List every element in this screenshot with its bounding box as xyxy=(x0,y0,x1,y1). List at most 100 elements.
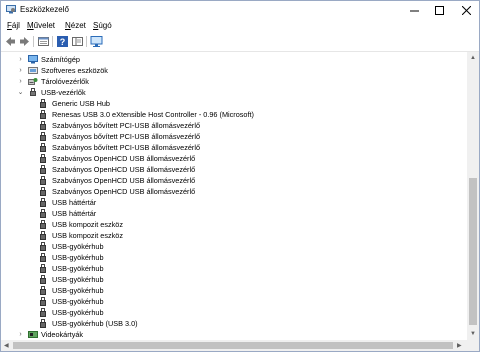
tree-device-item[interactable]: USB háttértár xyxy=(1,208,467,219)
scroll-right-icon[interactable]: ▶ xyxy=(457,343,462,349)
tree-item-label: Generic USB Hub xyxy=(52,99,110,108)
svg-text:?: ? xyxy=(60,37,66,47)
horizontal-scroll-thumb[interactable] xyxy=(13,342,453,349)
close-button[interactable] xyxy=(453,1,479,19)
tree-category[interactable]: › Számítógép xyxy=(1,54,467,65)
tree-device-item[interactable]: USB-gyökérhub xyxy=(1,296,467,307)
menu-item-0[interactable]: Fájl xyxy=(7,21,20,30)
chevron-down-icon[interactable]: ⌄ xyxy=(17,87,24,98)
usb-device-icon xyxy=(39,275,49,284)
tree-item-label: Szoftveres eszközök xyxy=(41,66,108,75)
tree-item-label: Tárolóvezérlők xyxy=(41,77,89,86)
usb-device-icon xyxy=(39,99,49,108)
tree-item-label: USB-gyökérhub xyxy=(52,297,104,306)
properties-button[interactable] xyxy=(37,35,50,48)
tree-item-label: Szabványos OpenHCD USB állomásvezérlő xyxy=(52,165,196,174)
usb-device-icon xyxy=(39,187,49,196)
tree-item-label: USB-gyökérhub xyxy=(52,275,104,284)
tree-item-label: USB háttértár xyxy=(52,209,97,218)
tree-item-label: USB-gyökérhub xyxy=(52,264,104,273)
tree-device-item[interactable]: USB-gyökérhub (USB 3.0) xyxy=(1,318,467,329)
vertical-scroll-thumb[interactable] xyxy=(469,178,477,325)
usb-device-icon xyxy=(39,319,49,328)
tree-device-item[interactable]: Szabványos bővített PCI-USB állomásvezér… xyxy=(1,142,467,153)
usb-device-icon xyxy=(39,154,49,163)
monitor-icon xyxy=(90,36,103,47)
menu-bar: Fájl Művelet Nézet Súgó xyxy=(1,19,479,32)
horizontal-scrollbar[interactable]: ◀ ▶ xyxy=(1,340,467,351)
usb-device-icon xyxy=(39,132,49,141)
chevron-right-icon[interactable]: › xyxy=(17,76,24,87)
tree-device-item[interactable]: Szabványos OpenHCD USB állomásvezérlő xyxy=(1,186,467,197)
tree-device-item[interactable]: USB-gyökérhub xyxy=(1,307,467,318)
chevron-right-icon[interactable]: › xyxy=(17,329,24,340)
usb-device-icon xyxy=(39,220,49,229)
back-icon xyxy=(6,37,15,46)
device-tree[interactable]: › Számítógép › Szoftveres eszközök › Tárolóve… xyxy=(1,52,467,340)
device-manager-icon xyxy=(6,5,16,14)
tree-item-label: Szabványos bővített PCI-USB állomásvezér… xyxy=(52,121,201,130)
tree-device-item[interactable]: USB kompozit eszköz xyxy=(1,219,467,230)
tree-category-usb[interactable]: ⌄ USB-vezérlők xyxy=(1,87,467,98)
display-adapter-icon xyxy=(28,330,38,339)
computer-icon xyxy=(28,55,38,64)
tree-item-label: Szabványos bővített PCI-USB állomásvezér… xyxy=(52,132,201,141)
storage-controller-icon xyxy=(28,77,38,86)
tree-category[interactable]: › Videokártyák xyxy=(1,329,467,340)
menu-item-2[interactable]: Nézet xyxy=(65,21,86,30)
menu-item-1[interactable]: Művelet xyxy=(27,21,55,30)
usb-device-icon xyxy=(39,242,49,251)
forward-button[interactable] xyxy=(18,35,31,48)
tree-device-item[interactable]: USB háttértár xyxy=(1,197,467,208)
menu-item-3[interactable]: Súgó xyxy=(93,21,112,30)
tree-device-item[interactable]: Szabványos OpenHCD USB állomásvezérlő xyxy=(1,153,467,164)
view-button[interactable] xyxy=(71,35,84,48)
tree-device-item[interactable]: Szabványos bővített PCI-USB állomásvezér… xyxy=(1,120,467,131)
tree-item-label: USB-gyökérhub xyxy=(52,242,104,251)
usb-device-icon xyxy=(39,308,49,317)
tree-device-item[interactable]: USB-gyökérhub xyxy=(1,252,467,263)
scroll-up-icon[interactable]: ▲ xyxy=(470,55,476,61)
minimize-button[interactable] xyxy=(401,1,427,19)
tree-device-item[interactable]: USB-gyökérhub xyxy=(1,241,467,252)
usb-device-icon xyxy=(39,121,49,130)
usb-device-icon xyxy=(39,253,49,262)
tree-item-label: Szabványos OpenHCD USB állomásvezérlő xyxy=(52,176,196,185)
help-button[interactable]: ? xyxy=(56,35,69,48)
tree-item-label: Videokártyák xyxy=(41,330,84,339)
tree-item-label: USB-vezérlők xyxy=(41,88,86,97)
tree-item-label: USB-gyökérhub xyxy=(52,253,104,262)
tree-device-item[interactable]: USB-gyökérhub xyxy=(1,285,467,296)
usb-device-icon xyxy=(39,264,49,273)
tree-category[interactable]: › Szoftveres eszközök xyxy=(1,65,467,76)
tree-device-item[interactable]: Szabványos bővített PCI-USB állomásvezér… xyxy=(1,131,467,142)
tree-device-item[interactable]: USB-gyökérhub xyxy=(1,263,467,274)
chevron-right-icon[interactable]: › xyxy=(17,65,24,76)
scroll-left-icon[interactable]: ◀ xyxy=(4,343,9,349)
toolbar-separator xyxy=(86,36,87,47)
title-bar[interactable]: Eszközkezelő xyxy=(1,1,479,19)
help-icon: ? xyxy=(57,36,68,47)
back-button[interactable] xyxy=(4,35,17,48)
usb-icon xyxy=(28,88,38,97)
scan-hardware-button[interactable] xyxy=(90,35,103,48)
tree-item-label: Számítógép xyxy=(41,55,80,64)
maximize-button[interactable] xyxy=(426,1,452,19)
tree-category[interactable]: › Tárolóvezérlők xyxy=(1,76,467,87)
minimize-icon xyxy=(409,10,419,11)
usb-device-icon xyxy=(39,231,49,240)
toolbar-separator xyxy=(33,36,34,47)
tree-device-item[interactable]: Generic USB Hub xyxy=(1,98,467,109)
maximize-icon xyxy=(434,5,444,15)
tree-device-item[interactable]: USB kompozit eszköz xyxy=(1,230,467,241)
tree-device-item[interactable]: Renesas USB 3.0 eXtensible Host Controll… xyxy=(1,109,467,120)
chevron-right-icon[interactable]: › xyxy=(17,54,24,65)
tree-device-item[interactable]: USB-gyökérhub xyxy=(1,274,467,285)
scroll-down-icon[interactable]: ▼ xyxy=(470,331,476,337)
tree-item-label: Renesas USB 3.0 eXtensible Host Controll… xyxy=(52,110,254,119)
tree-item-label: USB kompozit eszköz xyxy=(52,220,123,229)
tree-device-item[interactable]: Szabványos OpenHCD USB állomásvezérlő xyxy=(1,175,467,186)
tree-device-item[interactable]: Szabványos OpenHCD USB állomásvezérlő xyxy=(1,164,467,175)
usb-device-icon xyxy=(39,209,49,218)
vertical-scrollbar[interactable]: ▲ ▼ xyxy=(467,52,479,340)
